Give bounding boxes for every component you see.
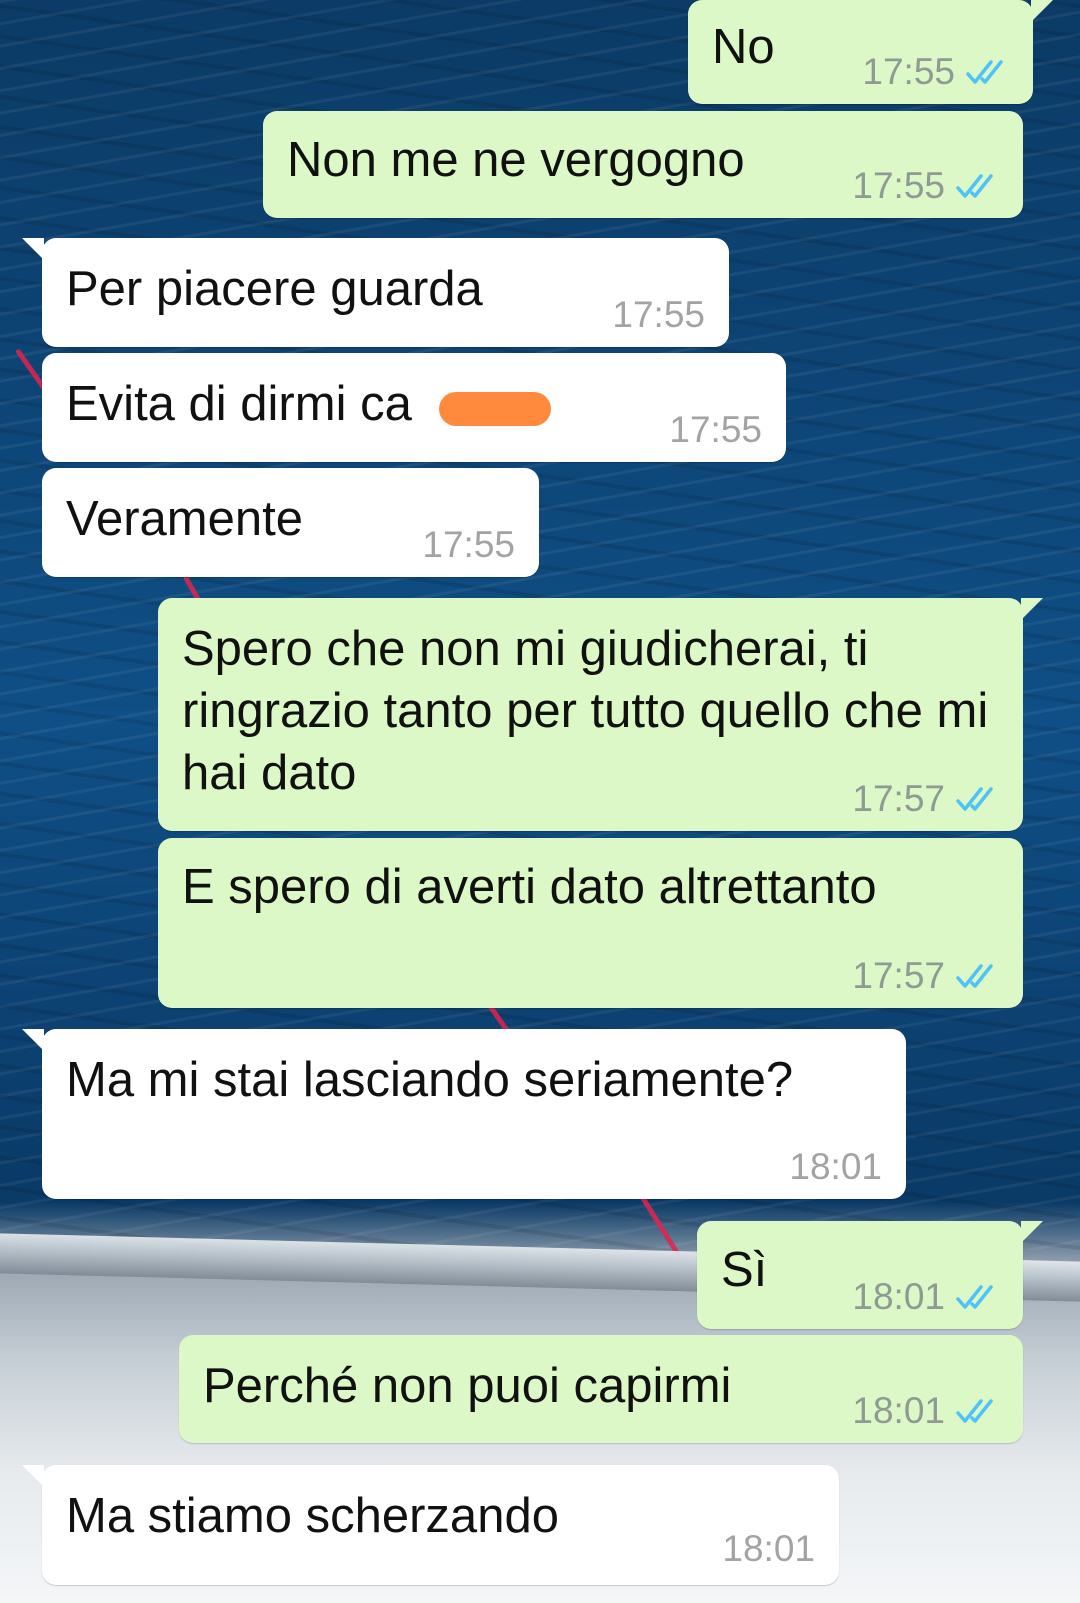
message-bubble-incoming[interactable]: Veramente 17:55 <box>42 468 539 577</box>
message-text: Sì <box>721 1243 768 1297</box>
message-time: 18:01 <box>852 1390 945 1431</box>
message-bubble-outgoing[interactable]: Spero che non mi giudicherai, ti ringraz… <box>158 598 1043 831</box>
message-bubble-outgoing[interactable]: Non me ne vergogno 17:55 <box>263 111 1023 218</box>
message-text: Per piacere guarda <box>66 262 483 316</box>
message-text: Ma stiamo scherzando <box>66 1489 559 1543</box>
bubble-tail <box>1021 1221 1043 1243</box>
message-time: 17:57 <box>852 778 945 819</box>
message-time: 17:55 <box>612 294 705 335</box>
message-time: 17:55 <box>669 409 762 450</box>
message-time: 17:55 <box>862 51 955 92</box>
message-bubble-outgoing[interactable]: Sì 18:01 <box>697 1221 1043 1329</box>
chat-conversation[interactable]: No 17:55 Non me ne vergogno 17:55 Per pi… <box>0 0 1080 1603</box>
bubble-tail <box>1021 598 1043 620</box>
message-text: Perché non puoi capirmi <box>203 1359 732 1413</box>
message-bubble-incoming[interactable]: Per piacere guarda 17:55 <box>22 238 729 347</box>
message-text: E spero di averti dato altrettanto <box>182 860 877 914</box>
redaction-mark <box>439 392 551 426</box>
bubble-tail <box>1031 0 1053 22</box>
message-text: Ma mi stai lasciando seriamente? <box>66 1053 794 1107</box>
message-text: No <box>712 20 775 74</box>
message-time: 17:55 <box>852 165 945 206</box>
double-check-icon <box>955 785 999 813</box>
double-check-icon <box>955 962 999 990</box>
message-bubble-incoming[interactable]: Ma stiamo scherzando 18:01 <box>22 1465 839 1585</box>
bubble-tail <box>22 1465 44 1487</box>
bubble-tail <box>22 238 44 260</box>
message-bubble-incoming[interactable]: Ma mi stai lasciando seriamente? 18:01 <box>22 1029 906 1199</box>
bubble-tail <box>22 1029 44 1051</box>
message-time: 17:55 <box>422 524 515 565</box>
message-bubble-outgoing[interactable]: No 17:55 <box>688 0 1053 104</box>
message-time: 18:01 <box>789 1146 882 1187</box>
message-time: 18:01 <box>722 1528 815 1569</box>
message-text: Non me ne vergogno <box>287 133 745 187</box>
message-bubble-outgoing[interactable]: Perché non puoi capirmi 18:01 <box>179 1335 1023 1443</box>
message-text: Veramente <box>66 492 303 546</box>
message-bubble-outgoing[interactable]: E spero di averti dato altrettanto 17:57 <box>158 838 1023 1008</box>
double-check-icon <box>955 1397 999 1425</box>
double-check-icon <box>955 1283 999 1311</box>
message-time: 18:01 <box>852 1276 945 1317</box>
double-check-icon <box>955 172 999 200</box>
double-check-icon <box>965 58 1009 86</box>
message-time: 17:57 <box>852 955 945 996</box>
message-bubble-incoming[interactable]: Evita di dirmi ca e 17:55 <box>42 353 786 462</box>
